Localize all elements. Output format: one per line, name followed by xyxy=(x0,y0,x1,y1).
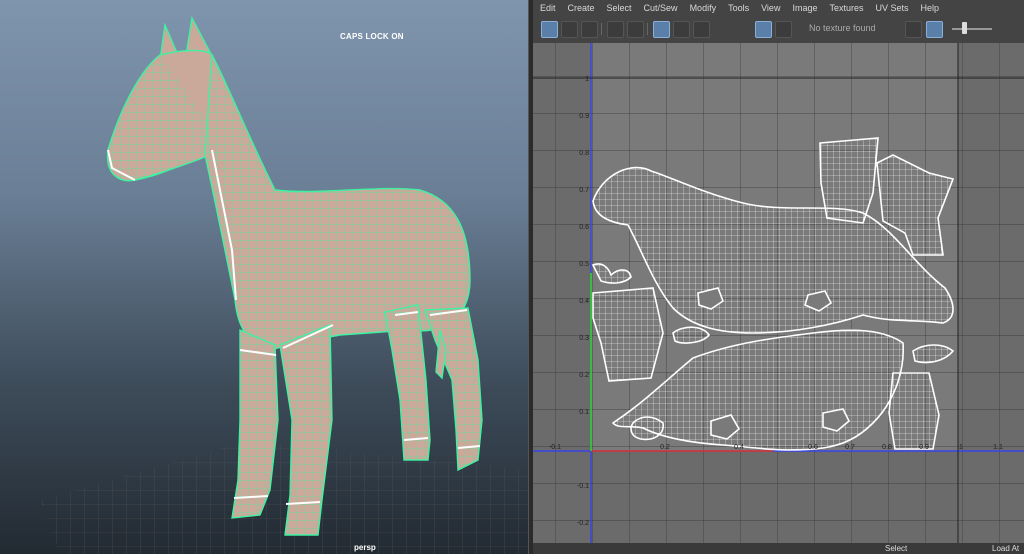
status-select: Select xyxy=(885,544,908,553)
u-tick-0.8: 0.8 xyxy=(882,444,892,451)
ground-grid xyxy=(40,440,528,554)
exposure-slider-track[interactable] xyxy=(952,28,992,30)
v-tick-0.8: 0.8 xyxy=(579,150,589,157)
status-load[interactable]: Load At xyxy=(992,544,1019,553)
u-tick-1.1: 1.1 xyxy=(993,444,1003,451)
menu-image[interactable]: Image xyxy=(785,3,822,13)
v-tick-neg-0.1: -0.1 xyxy=(577,483,589,490)
v-tick-0.5: 0.5 xyxy=(579,261,589,268)
grid-display-icon[interactable] xyxy=(653,21,670,38)
perspective-viewport[interactable]: CAPS LOCK ON persp xyxy=(0,0,528,554)
u-tick-0.4: 0.4 xyxy=(734,444,744,451)
menu-textures[interactable]: Textures xyxy=(822,3,868,13)
image-display-icon[interactable] xyxy=(755,21,772,38)
menu-cut-sew[interactable]: Cut/Sew xyxy=(637,3,683,13)
toolbar-separator xyxy=(601,23,602,35)
shaded-uv-icon[interactable] xyxy=(561,21,578,38)
u-tick-0.6: 0.6 xyxy=(808,444,818,451)
uv-shell-hoof-1 xyxy=(630,416,664,441)
uv-canvas[interactable]: 1 0.9 0.8 0.7 0.6 0.5 0.4 0.3 0.2 0.1 -0… xyxy=(533,43,1024,543)
viewport-scene[interactable] xyxy=(0,0,528,554)
distortion-icon[interactable] xyxy=(581,21,598,38)
uv-statusbar: Select Load At xyxy=(533,543,1024,554)
menu-uv-sets[interactable]: UV Sets xyxy=(868,3,913,13)
u-tick-0.7: 0.7 xyxy=(845,444,855,451)
u-tick-0.9: 0.9 xyxy=(919,444,929,451)
texture-dropdown[interactable]: No texture found xyxy=(809,23,876,33)
toolbar-separator xyxy=(647,23,648,35)
uv-editor-panel: Edit Create Select Cut/Sew Modify Tools … xyxy=(533,0,1024,554)
menu-modify[interactable]: Modify xyxy=(683,3,722,13)
checker-icon[interactable] xyxy=(775,21,792,38)
menu-tools[interactable]: Tools xyxy=(721,3,754,13)
u-tick-0.2: 0.2 xyxy=(660,444,670,451)
color-wheel-icon[interactable] xyxy=(905,21,922,38)
uv-box-icon[interactable] xyxy=(627,21,644,38)
v-tick-0.2: 0.2 xyxy=(579,372,589,379)
uv-shell-leg-4 xyxy=(888,372,940,450)
u-tick-neg-0.1: -0.1 xyxy=(549,444,561,451)
caps-lock-indicator: CAPS LOCK ON xyxy=(340,32,404,41)
v-tick-neg-0.2: -0.2 xyxy=(577,520,589,527)
menu-select[interactable]: Select xyxy=(600,3,637,13)
uv-toolbar: No texture found xyxy=(533,15,1024,44)
u-tick-1: 1 xyxy=(959,444,963,451)
v-tick-0.4: 0.4 xyxy=(579,298,589,305)
uv-grid-icon[interactable] xyxy=(541,21,558,38)
menu-create[interactable]: Create xyxy=(561,3,600,13)
v-tick-0.3: 0.3 xyxy=(579,335,589,342)
v-tick-0.1: 0.1 xyxy=(579,409,589,416)
menu-view[interactable]: View xyxy=(754,3,785,13)
horse-mesh[interactable] xyxy=(106,15,483,536)
image-icon[interactable] xyxy=(926,21,943,38)
uv-menubar: Edit Create Select Cut/Sew Modify Tools … xyxy=(533,0,1024,15)
isolate-icon[interactable] xyxy=(673,21,690,38)
snapshot-camera-icon[interactable] xyxy=(693,21,710,38)
exposure-slider-handle[interactable] xyxy=(962,22,967,34)
camera-label: persp xyxy=(354,543,376,552)
v-tick-0.7: 0.7 xyxy=(579,187,589,194)
menu-edit[interactable]: Edit xyxy=(533,3,561,13)
pixel-snap-icon[interactable] xyxy=(607,21,624,38)
uv-canvas-svg[interactable]: 1 0.9 0.8 0.7 0.6 0.5 0.4 0.3 0.2 0.1 -0… xyxy=(533,43,1024,543)
v-tick-0.6: 0.6 xyxy=(579,224,589,231)
v-tick-0.9: 0.9 xyxy=(579,113,589,120)
v-tick-1: 1 xyxy=(585,76,589,83)
menu-help[interactable]: Help xyxy=(914,3,945,13)
